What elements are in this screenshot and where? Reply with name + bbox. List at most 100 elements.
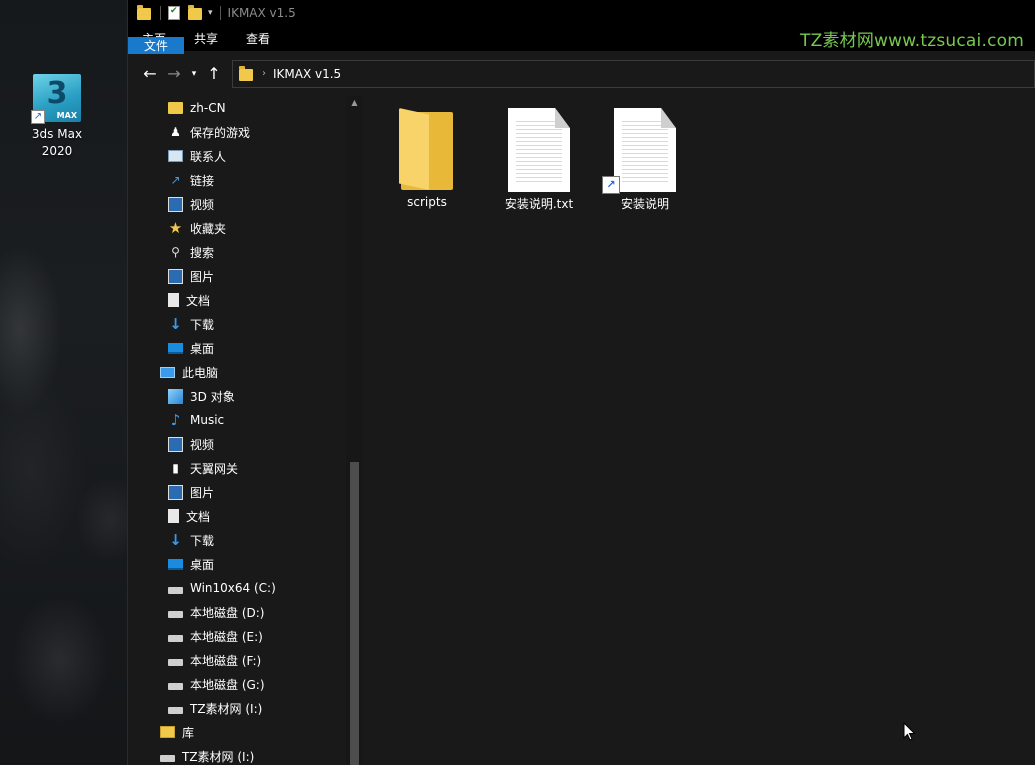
file-item-folder[interactable]: scripts <box>382 108 472 210</box>
file-item-shortcut[interactable]: ↗ 安装说明 <box>600 108 690 212</box>
nav-item[interactable]: 桌面 <box>128 552 364 576</box>
back-arrow-icon[interactable]: ← <box>138 62 162 86</box>
nav-item[interactable]: 本地磁盘 (F:) <box>128 648 364 672</box>
nav-item-label: 本地磁盘 (E:) <box>190 629 263 644</box>
file-item-text-document[interactable]: 安装说明.txt <box>494 108 584 212</box>
nav-item-label: Win10x64 (C:) <box>190 581 276 595</box>
desktop-icon-label-line1: 3ds Max <box>31 127 83 141</box>
nav-item[interactable]: TZ素材网 (I:) <box>128 696 364 720</box>
tile-sub: MAX <box>56 111 77 120</box>
nav-item[interactable]: 本地磁盘 (D:) <box>128 600 364 624</box>
nav-item-label: 3D 对象 <box>190 389 235 404</box>
nav-item[interactable]: 文档 <box>128 288 364 312</box>
nav-item[interactable]: 图片 <box>128 264 364 288</box>
file-name: 安装说明.txt <box>504 197 574 211</box>
3d-objects-icon <box>168 388 183 404</box>
nav-item[interactable]: ★ 收藏夹 <box>128 216 364 240</box>
up-arrow-icon[interactable]: ↑ <box>202 62 226 86</box>
music-note-icon: ♪ <box>170 411 181 429</box>
title-bar: ▾ IKMAX v1.5 <box>128 0 1035 25</box>
nav-item-label: 收藏夹 <box>190 221 227 236</box>
nav-item[interactable]: 联系人 <box>128 144 364 168</box>
3ds-max-icon: 3 MAX ↗ <box>31 74 81 124</box>
drive-icon <box>168 610 183 618</box>
properties-check-icon[interactable] <box>168 5 184 21</box>
desktop-icon-label: 3ds Max 2020 <box>22 126 92 160</box>
nav-item[interactable]: ↓ 下载 <box>128 528 364 552</box>
breadcrumb-current[interactable]: IKMAX v1.5 <box>273 67 341 81</box>
address-bar[interactable]: › IKMAX v1.5 <box>232 59 1035 88</box>
nav-item[interactable]: 桌面 <box>128 336 364 360</box>
links-icon: ↗ <box>170 173 181 187</box>
tab-view[interactable]: 查看 <box>232 25 284 51</box>
folder-icon <box>239 65 255 82</box>
drive-icon <box>168 634 183 642</box>
nav-item-label: 视频 <box>190 197 215 212</box>
scroll-up-icon[interactable]: ▲ <box>346 98 363 107</box>
videos-icon <box>168 436 183 452</box>
download-arrow-icon: ↓ <box>169 531 182 549</box>
nav-item[interactable]: ♟ 保存的游戏 <box>128 120 364 144</box>
file-name: scripts <box>407 195 447 209</box>
nav-item[interactable]: ⚲ 搜索 <box>128 240 364 264</box>
videos-icon <box>168 196 183 212</box>
drive-icon <box>168 706 183 714</box>
nav-item[interactable]: ↗ 链接 <box>128 168 364 192</box>
nav-item[interactable]: TZ素材网 (I:) <box>128 744 364 765</box>
system-drive-icon <box>168 586 183 594</box>
scroll-thumb[interactable] <box>350 462 359 765</box>
watermark-text: TZ素材网www.tzsucai.com <box>799 30 1024 51</box>
navigation-list: zh-CN ♟ 保存的游戏 联系人 ↗ 链接 视频 ★ 收藏夹 ⚲ 搜索 图片 文档 ↓ 下载 桌面 此电脑 3D… <box>128 96 364 765</box>
nav-item[interactable]: ↓ 下载 <box>128 312 364 336</box>
saved-games-icon: ♟ <box>170 125 181 139</box>
nav-item-label: Music <box>190 413 225 427</box>
nav-item[interactable]: 文档 <box>128 504 364 528</box>
ribbon-tabs: 文件 主页 共享 查看 TZ素材网www.tzsucai.com <box>128 25 1035 54</box>
nav-item[interactable]: 视频 <box>128 432 364 456</box>
forward-arrow-icon[interactable]: → <box>162 62 186 86</box>
folder-icon <box>399 108 455 190</box>
tile-number: 3 <box>46 76 68 111</box>
nav-item[interactable]: zh-CN <box>128 96 364 120</box>
nav-item[interactable]: 3D 对象 <box>128 384 364 408</box>
nav-item-label: 联系人 <box>190 149 227 164</box>
nav-item[interactable]: 视频 <box>128 192 364 216</box>
search-icon: ⚲ <box>171 245 180 259</box>
recent-locations-chevron-icon[interactable]: ▾ <box>186 62 202 86</box>
file-explorer-window: ▾ IKMAX v1.5 文件 主页 共享 查看 TZ素材网www.tzsuca… <box>127 0 1035 765</box>
nav-item[interactable]: 本地磁盘 (E:) <box>128 624 364 648</box>
nav-item-label: 桌面 <box>190 341 215 356</box>
drive-icon <box>160 754 175 762</box>
favorites-star-icon: ★ <box>168 219 183 237</box>
window-title: IKMAX v1.5 <box>227 5 296 20</box>
breadcrumb-chevron-icon[interactable]: › <box>262 68 266 79</box>
nav-item-label: 本地磁盘 (G:) <box>190 677 265 692</box>
nav-item[interactable]: Win10x64 (C:) <box>128 576 364 600</box>
nav-item-label: 库 <box>182 725 195 740</box>
tab-share[interactable]: 共享 <box>180 25 232 51</box>
nav-item-label: 桌面 <box>190 557 215 572</box>
nav-item[interactable]: ▮ 天翼网关 <box>128 456 364 480</box>
nav-item[interactable]: 库 <box>128 720 364 744</box>
library-icon <box>160 726 175 738</box>
nav-item[interactable]: 此电脑 <box>128 360 364 384</box>
nav-item-label: 本地磁盘 (F:) <box>190 653 262 668</box>
nav-item-label: 文档 <box>186 293 211 308</box>
drive-icon <box>168 682 183 690</box>
desktop-icon <box>168 558 183 570</box>
contacts-icon <box>168 150 183 162</box>
nav-item-label: TZ素材网 (I:) <box>182 749 255 764</box>
nav-item[interactable]: 本地磁盘 (G:) <box>128 672 364 696</box>
nav-item[interactable]: 图片 <box>128 480 364 504</box>
tab-file[interactable]: 文件 <box>128 37 184 54</box>
new-folder-icon[interactable] <box>188 4 204 21</box>
nav-item-label: 链接 <box>190 173 215 188</box>
desktop-shortcut-3ds-max[interactable]: 3 MAX ↗ 3ds Max 2020 <box>22 74 92 160</box>
nav-scrollbar[interactable]: ▲ <box>346 96 363 765</box>
customize-quick-access-icon[interactable]: ▾ <box>208 8 213 18</box>
file-name: 安装说明 <box>620 197 669 211</box>
nav-item[interactable]: ♪ Music <box>128 408 364 432</box>
desktop-icon-label-line2: 2020 <box>41 144 73 158</box>
nav-item-label: 文档 <box>186 509 211 524</box>
nav-item-label: 保存的游戏 <box>190 125 251 140</box>
